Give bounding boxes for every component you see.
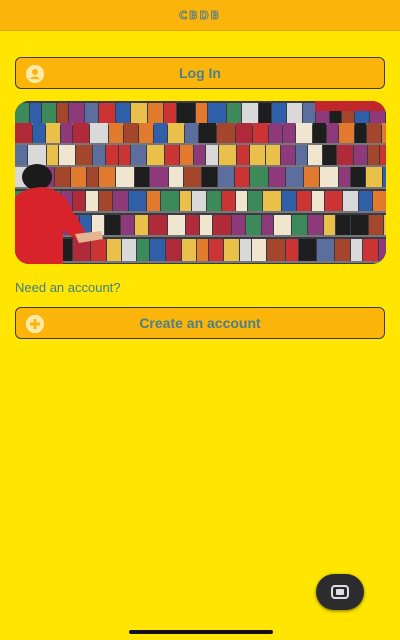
app-title: CBDB <box>179 8 221 22</box>
square-icon <box>331 585 349 599</box>
login-button-label: Log In <box>179 65 221 81</box>
create-account-label: Create an account <box>139 315 261 331</box>
create-account-button[interactable]: Create an account <box>15 307 385 339</box>
plus-icon <box>26 315 44 333</box>
hero-image <box>15 101 386 264</box>
home-indicator <box>129 630 273 634</box>
login-button[interactable]: Log In <box>15 57 385 89</box>
floating-action-button[interactable] <box>316 574 364 610</box>
user-icon <box>26 65 44 83</box>
app-header: CBDB <box>0 0 400 31</box>
need-account-text: Need an account? <box>15 280 121 295</box>
